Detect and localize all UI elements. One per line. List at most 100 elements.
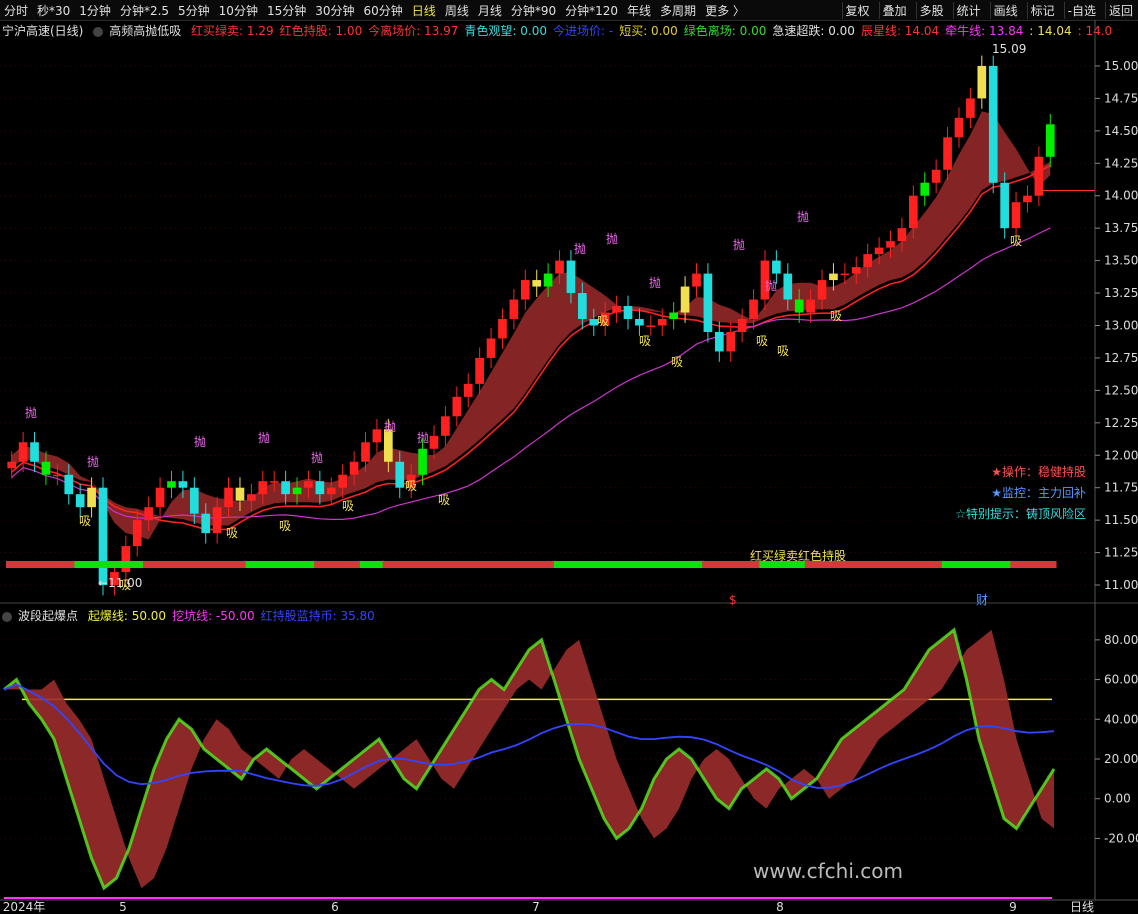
cai-marker: 财 xyxy=(976,593,988,607)
candle-body xyxy=(189,487,199,514)
status-strip-cell xyxy=(531,561,543,568)
candle-body xyxy=(1045,124,1055,157)
x-tick-label: 2024年 xyxy=(3,900,46,914)
status-strip-cell xyxy=(496,561,509,568)
status-strip-cell xyxy=(428,561,441,568)
status-strip-cell xyxy=(451,561,464,568)
status-strip-cell xyxy=(279,561,292,568)
y-tick-label: 12.75 xyxy=(1104,351,1138,365)
candle-body xyxy=(349,461,359,475)
candle-body xyxy=(167,481,176,488)
status-strip-cell xyxy=(485,561,498,568)
trend-band xyxy=(11,111,1051,540)
buy-signal: 吸 xyxy=(405,479,417,493)
status-strip-cell xyxy=(1044,561,1057,568)
y-tick-label: 12.50 xyxy=(1104,383,1138,397)
candle-body xyxy=(703,273,713,332)
x-tick-label: 9 xyxy=(1009,900,1017,914)
status-strip-cell xyxy=(884,561,897,568)
candle-body xyxy=(201,513,211,534)
candle-body xyxy=(395,461,405,488)
y-tick-label: -20.00 xyxy=(1104,831,1138,845)
status-strip-cell xyxy=(405,561,418,568)
candle-body xyxy=(224,487,233,508)
y-tick-label: 60.00 xyxy=(1104,673,1138,687)
note-line: ★操作：稳健持股 xyxy=(991,465,1086,479)
status-strip-cell xyxy=(142,561,155,568)
candle-body xyxy=(121,546,131,573)
candle-body xyxy=(281,481,290,495)
status-strip-cell xyxy=(154,561,167,568)
y-tick-label: 12.00 xyxy=(1104,448,1138,462)
status-strip-cell xyxy=(211,561,224,568)
status-strip-cell xyxy=(713,561,726,568)
candle-body xyxy=(1011,202,1021,229)
band-label: 红买绿卖红色持股 xyxy=(750,548,846,563)
status-strip-cell xyxy=(371,561,384,568)
status-strip-cell xyxy=(508,561,521,568)
sell-signal: 抛 xyxy=(606,231,618,246)
buy-signal: 吸 xyxy=(671,355,683,369)
status-strip-cell xyxy=(896,561,909,568)
dollar-marker: $ xyxy=(729,593,737,607)
status-strip-cell xyxy=(439,561,452,568)
status-strip-cell xyxy=(325,561,338,568)
candle-body xyxy=(635,319,644,326)
buy-signal: 吸 xyxy=(830,309,842,323)
status-strip-cell xyxy=(588,561,600,568)
buy-signal: 吸 xyxy=(1010,234,1022,248)
status-strip-cell xyxy=(1010,561,1023,568)
candle-body xyxy=(909,195,918,229)
candle-body xyxy=(555,260,564,274)
candle-body xyxy=(669,312,678,319)
status-strip-cell xyxy=(188,561,201,568)
y-tick-label: 14.75 xyxy=(1104,91,1138,105)
status-strip-cell xyxy=(873,561,886,568)
candle-body xyxy=(235,487,245,501)
buy-signal: 吸 xyxy=(279,519,291,533)
note-line: ☆特别提示：铸顶风险区 xyxy=(955,507,1086,521)
y-tick-label: 11.25 xyxy=(1104,546,1138,560)
candle-body xyxy=(463,383,473,397)
sell-signal: 抛 xyxy=(797,209,809,224)
status-strip-cell xyxy=(268,561,281,568)
status-strip-cell xyxy=(291,561,304,568)
status-strip-cell xyxy=(74,561,87,568)
status-strip-cell xyxy=(736,561,749,568)
candle-body xyxy=(840,273,850,276)
status-strip-cell xyxy=(120,561,133,568)
status-strip-cell xyxy=(302,561,315,568)
status-strip-cell xyxy=(599,561,612,568)
watermark: www.cfchi.com xyxy=(753,859,903,883)
oscillator-area xyxy=(4,629,1054,889)
status-strip-cell xyxy=(97,561,110,568)
status-strip-cell xyxy=(1021,561,1034,568)
candle-body xyxy=(155,487,165,508)
candle-body xyxy=(212,507,222,534)
candle-body xyxy=(418,448,427,475)
status-strip-cell xyxy=(6,561,18,568)
status-strip-cell xyxy=(348,561,361,568)
status-strip-cell xyxy=(416,561,429,568)
candle-body xyxy=(566,260,576,294)
sell-signal: 抛 xyxy=(311,450,323,465)
status-strip-cell xyxy=(222,561,235,568)
candle-body xyxy=(829,273,838,281)
candle-body xyxy=(1034,156,1044,196)
y-tick-label: 14.00 xyxy=(1104,189,1138,203)
candle-body xyxy=(384,429,393,462)
status-strip-cell xyxy=(850,561,863,568)
buy-signal: 吸 xyxy=(79,514,91,528)
sell-signal: 抛 xyxy=(574,241,586,256)
y-tick-label: 11.75 xyxy=(1104,481,1138,495)
candle-body xyxy=(897,228,907,242)
candle-body xyxy=(988,65,998,183)
candle-body xyxy=(75,494,85,508)
candle-body xyxy=(543,273,553,287)
candle-body xyxy=(520,280,530,300)
note-line: ★监控：主力回补 xyxy=(991,486,1086,500)
candle-body xyxy=(98,487,108,586)
stock-chart[interactable]: 抛抛抛 抛抛抛抛抛抛抛抛抛抛吸吸 吸吸吸吸吸吸吸吸吸吸吸吸15.09←11.00 1… xyxy=(0,0,1138,914)
candle-body xyxy=(304,481,313,488)
candle-body xyxy=(269,481,279,483)
